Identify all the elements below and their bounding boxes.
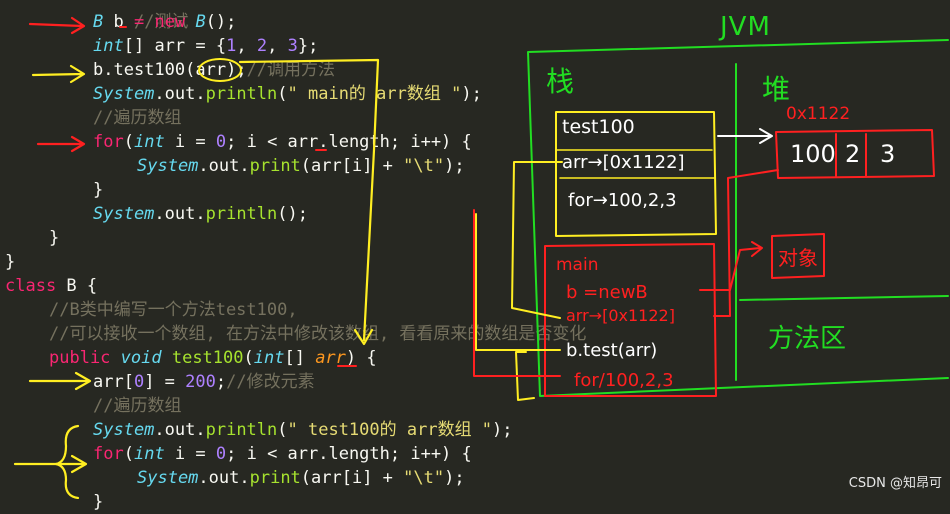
frame-test100-for: for→100,2,3 (568, 190, 677, 211)
frame-main-b: b =newB (566, 282, 648, 303)
heap-array-cell-0: 100 (790, 140, 836, 168)
red-arrow-to-object (699, 241, 763, 291)
frame-test100-arr: arr→[0x1122] (562, 152, 685, 173)
frame-main-title: main (556, 255, 599, 275)
heap-address: 0x1122 (786, 104, 851, 124)
watermark: CSDN @知昂可 (848, 476, 942, 491)
frame-main-call: b.test(arr) (566, 340, 658, 361)
frame-test100-title: test100 (562, 116, 635, 138)
heap-method-divider (739, 295, 949, 301)
yellow-connector-left (475, 213, 561, 351)
yellow-arrow-call (31, 64, 86, 84)
yellow-arrow-loop (13, 454, 88, 474)
white-arrow-to-heap (717, 128, 773, 144)
stack-label: 栈 (546, 65, 575, 98)
red-arrow-line1 (28, 16, 86, 35)
frame-main-arr: arr→[0x1122] (566, 306, 675, 325)
method-area-label: 方法区 (768, 324, 847, 354)
yellow-circle-arr (198, 58, 242, 82)
frame-main-for: for/100,2,3 (574, 370, 674, 391)
heap-array-cell-1: 2 (845, 140, 861, 168)
red-arrow-line6 (36, 135, 86, 153)
heap-array-cell-2: 3 (880, 140, 896, 168)
yellow-brace (54, 424, 80, 499)
heap-label: 堆 (762, 73, 791, 106)
red-arrow-main-to-heap (713, 169, 779, 317)
object-label: 对象 (778, 246, 818, 270)
yellow-arrow-modify (28, 371, 92, 391)
yellow-pass-arrow (238, 58, 380, 346)
jvm-label: JVM (720, 12, 771, 42)
